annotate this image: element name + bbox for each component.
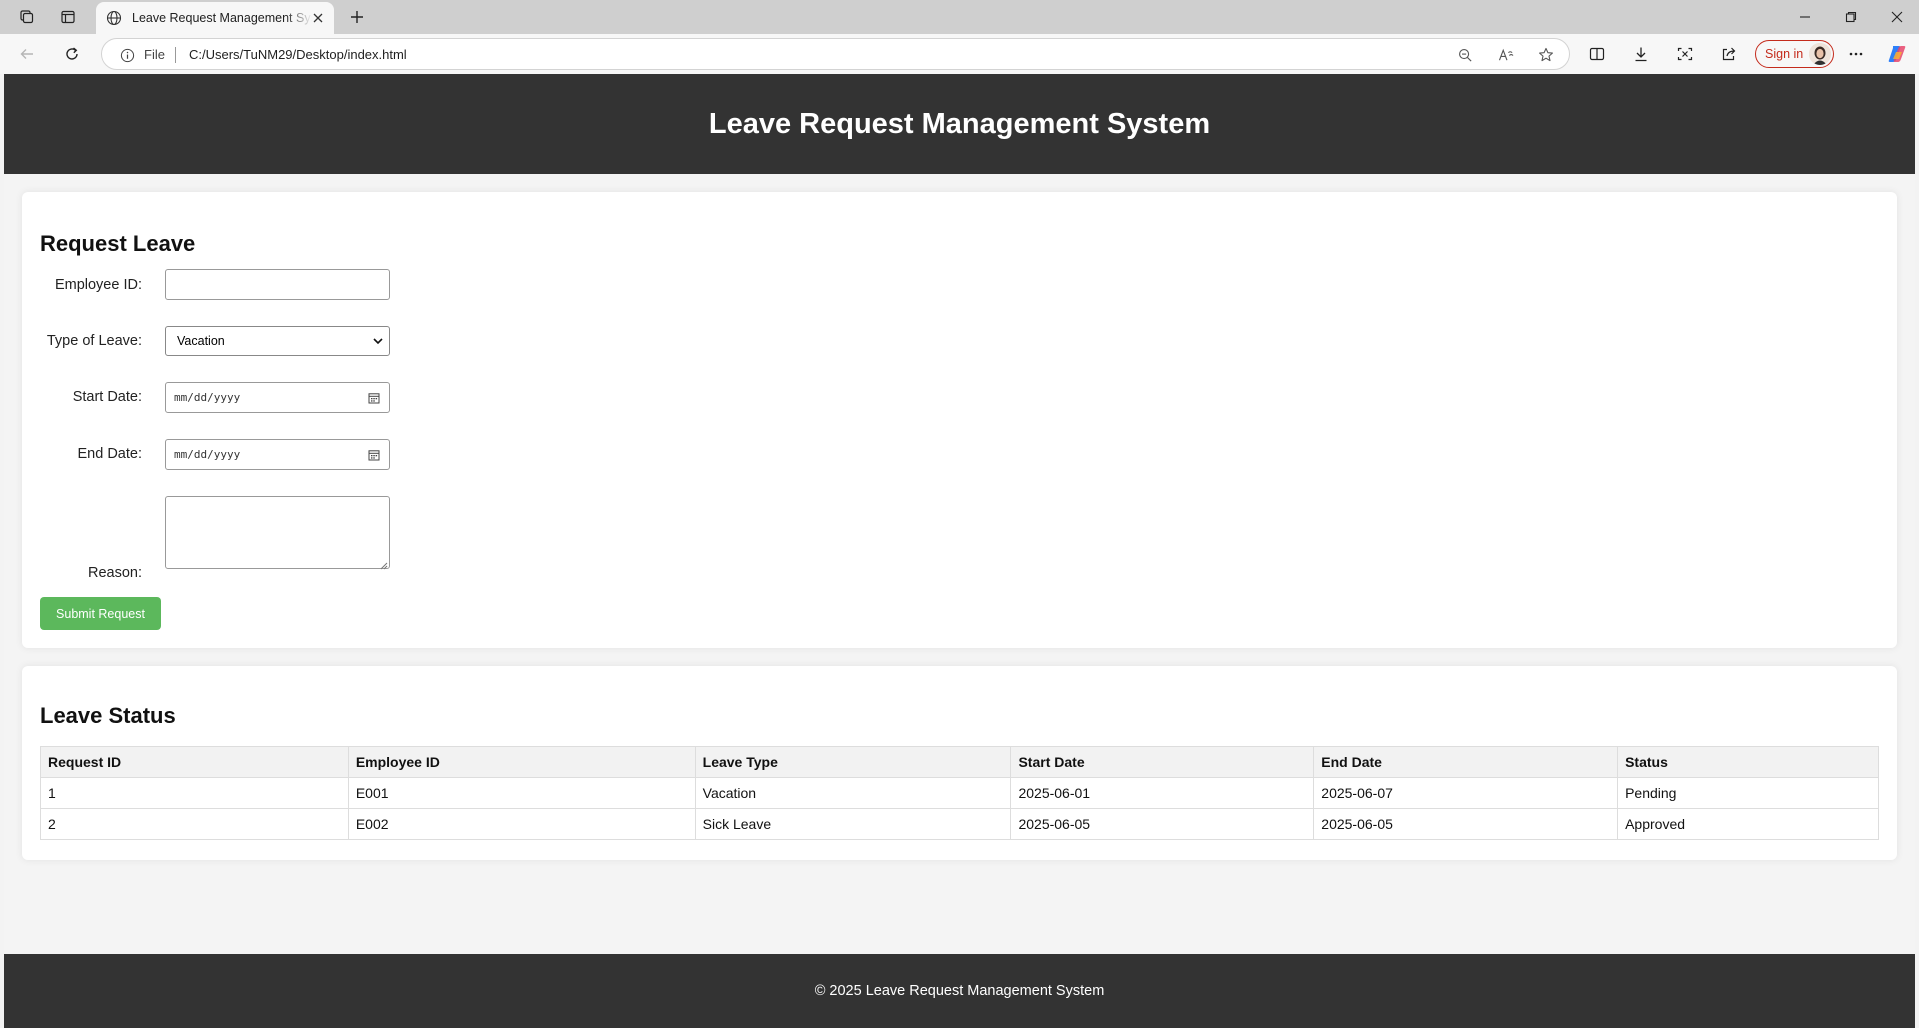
start-date-placeholder: mm/dd/yyyy: [174, 391, 241, 404]
submit-request-button[interactable]: Submit Request: [40, 597, 161, 630]
site-info-icon[interactable]: [118, 46, 136, 64]
screenshot-icon[interactable]: [1672, 42, 1698, 66]
column-header: Start Date: [1010, 746, 1315, 778]
more-options-icon[interactable]: [1843, 42, 1869, 66]
request-id-cell: 2: [40, 808, 349, 840]
table-row: 1 E001 Vacation 2025-06-01 2025-06-07 Pe…: [40, 777, 1879, 809]
footer-copyright: © 2025 Leave Request Management System: [814, 983, 1105, 999]
table-header-row: Request ID Employee ID Leave Type Start …: [40, 746, 1879, 778]
column-header: Leave Type: [694, 746, 1012, 778]
request-id-cell: 1: [40, 777, 349, 809]
calendar-icon[interactable]: [368, 392, 380, 407]
end-date-cell: 2025-06-07: [1313, 777, 1619, 809]
copilot-icon[interactable]: [1884, 42, 1910, 66]
end-date-cell: 2025-06-05: [1313, 808, 1619, 840]
leave-type-cell: Vacation: [694, 777, 1012, 809]
employee-id-input[interactable]: [165, 269, 390, 300]
downloads-icon[interactable]: [1628, 42, 1654, 66]
sign-in-button[interactable]: Sign in: [1755, 40, 1834, 68]
split-screen-icon[interactable]: [1584, 42, 1610, 66]
url-text[interactable]: C:/Users/TuNM29/Desktop/index.html: [189, 47, 407, 62]
app-header: Leave Request Management System: [4, 74, 1915, 174]
favorite-star-icon[interactable]: [1535, 45, 1557, 65]
globe-icon: [104, 8, 124, 28]
leave-type-label: Type of Leave:: [46, 333, 142, 349]
new-tab-icon[interactable]: [344, 6, 370, 28]
leave-status-heading: Leave Status: [40, 703, 176, 728]
page-viewport: Leave Request Management System Request …: [4, 74, 1915, 1028]
end-date-placeholder: mm/dd/yyyy: [174, 448, 241, 461]
reason-textarea[interactable]: [165, 496, 390, 569]
sign-in-label: Sign in: [1765, 47, 1804, 61]
tab-actions-icon[interactable]: [56, 6, 80, 28]
employee-id-cell: E002: [347, 808, 696, 840]
active-tab[interactable]: Leave Request Management System: [96, 2, 334, 34]
start-date-label: Start Date:: [72, 389, 142, 405]
column-header: Request ID: [40, 746, 349, 778]
leave-type-cell: Sick Leave: [694, 808, 1012, 840]
leave-type-selected-value: Vacation: [177, 334, 225, 348]
status-cell: Approved: [1617, 808, 1879, 840]
zoom-out-icon[interactable]: [1454, 45, 1476, 65]
start-date-cell: 2025-06-01: [1010, 777, 1315, 809]
request-leave-card: Request Leave Employee ID: Type of Leave…: [22, 192, 1897, 648]
column-header: Status: [1617, 746, 1879, 778]
calendar-icon[interactable]: [368, 449, 380, 464]
employee-id-cell: E001: [347, 777, 696, 809]
page-title: Leave Request Management System: [708, 107, 1211, 140]
leave-type-select[interactable]: Vacation: [165, 326, 390, 356]
chevron-down-icon: [372, 335, 384, 350]
share-icon[interactable]: [1716, 42, 1742, 66]
close-window-icon[interactable]: [1874, 4, 1919, 30]
minimize-icon[interactable]: [1782, 4, 1828, 30]
column-header: Employee ID: [347, 746, 696, 778]
restore-icon[interactable]: [1828, 4, 1874, 30]
table-row: 2 E002 Sick Leave 2025-06-05 2025-06-05 …: [40, 808, 1879, 840]
leave-status-card: Leave Status Request ID Employee ID Leav…: [22, 666, 1897, 860]
column-header: End Date: [1313, 746, 1619, 778]
employee-id-label: Employee ID:: [54, 277, 142, 293]
back-arrow-icon[interactable]: [14, 42, 40, 66]
start-date-input[interactable]: mm/dd/yyyy: [165, 382, 390, 413]
file-scheme-label: File: [144, 47, 165, 62]
app-footer: © 2025 Leave Request Management System: [4, 954, 1915, 1028]
refresh-icon[interactable]: [59, 42, 85, 66]
tab-title: Leave Request Management System: [132, 11, 312, 25]
reason-label: Reason:: [87, 565, 142, 581]
address-bar[interactable]: File C:/Users/TuNM29/Desktop/index.html: [101, 38, 1570, 70]
start-date-cell: 2025-06-05: [1010, 808, 1315, 840]
resize-grip-icon[interactable]: [378, 557, 388, 575]
browser-toolbar: File C:/Users/TuNM29/Desktop/index.html …: [0, 34, 1919, 74]
read-aloud-icon[interactable]: [1495, 45, 1517, 65]
request-leave-heading: Request Leave: [40, 231, 196, 256]
end-date-label: End Date:: [77, 446, 143, 462]
profile-avatar-icon: [1809, 43, 1831, 65]
leave-status-table: Request ID Employee ID Leave Type Start …: [40, 746, 1879, 840]
address-separator: [175, 47, 176, 63]
status-cell: Pending: [1617, 777, 1879, 809]
end-date-input[interactable]: mm/dd/yyyy: [165, 439, 390, 470]
close-tab-icon[interactable]: [310, 10, 326, 26]
workspaces-icon[interactable]: [14, 6, 38, 28]
browser-tab-bar: Leave Request Management System: [0, 0, 1919, 34]
